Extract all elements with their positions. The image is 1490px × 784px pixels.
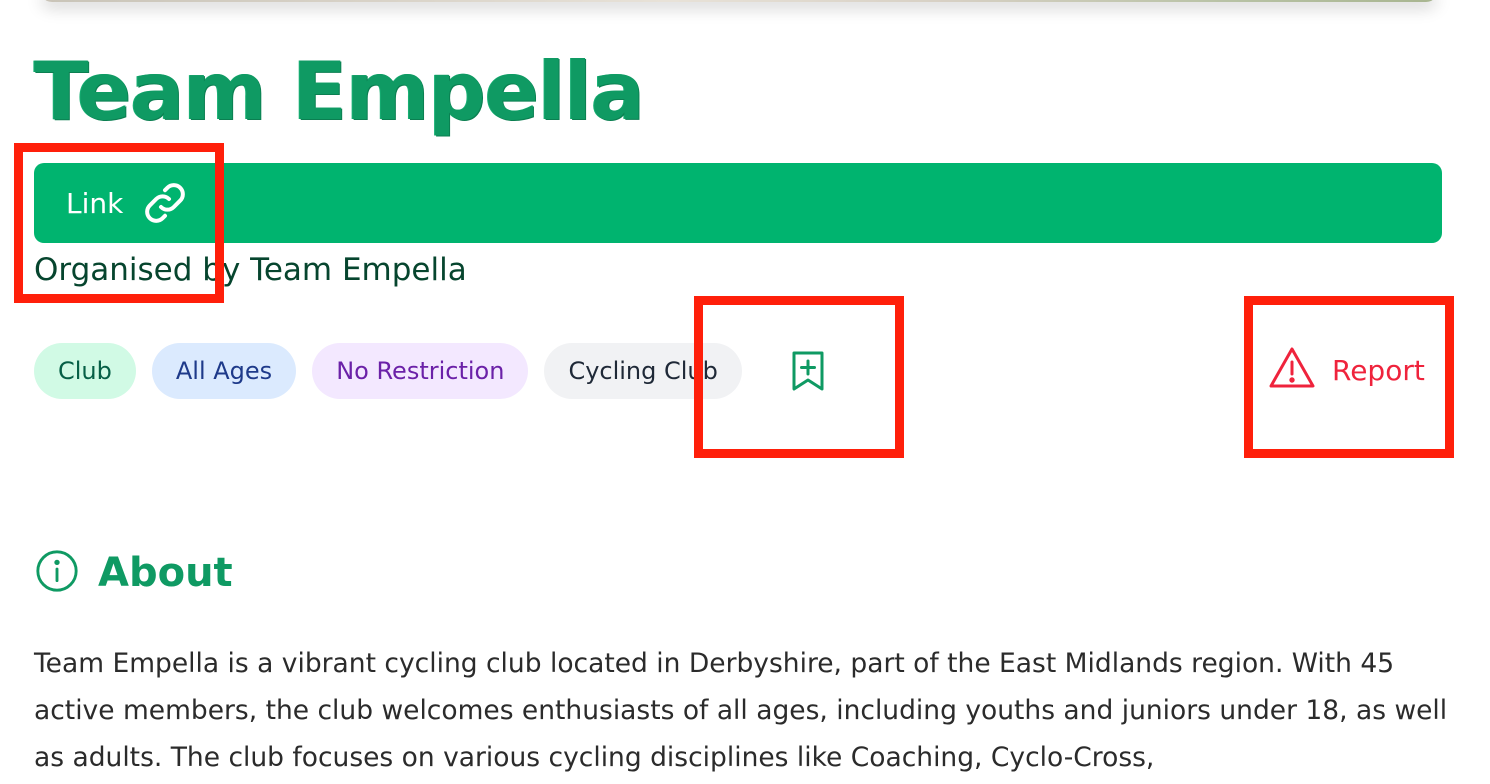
report-button[interactable]: Report (1268, 346, 1425, 394)
tag-list: Club All Ages No Restriction Cycling Clu… (34, 343, 742, 399)
about-section-heading: About (34, 548, 233, 598)
link-icon (141, 179, 189, 227)
hero-image (40, 0, 1438, 2)
info-icon (34, 548, 80, 598)
report-label: Report (1332, 353, 1425, 387)
tag-club: Club (34, 343, 136, 399)
club-link-button[interactable]: Link (34, 163, 1442, 243)
page-title: Team Empella (34, 45, 645, 138)
link-label: Link (66, 186, 124, 220)
tag-club-type: Cycling Club (544, 343, 742, 399)
bookmark-plus-icon[interactable] (790, 350, 826, 392)
about-title: About (98, 550, 233, 596)
organiser-text: Organised by Team Empella (34, 252, 467, 288)
tag-restriction: No Restriction (312, 343, 529, 399)
tag-ages: All Ages (151, 343, 297, 399)
club-detail-page: Team Empella Link Organised by Team Empe… (0, 0, 1490, 784)
warning-triangle-icon (1268, 346, 1316, 394)
about-text: Team Empella is a vibrant cycling club l… (34, 648, 1448, 773)
